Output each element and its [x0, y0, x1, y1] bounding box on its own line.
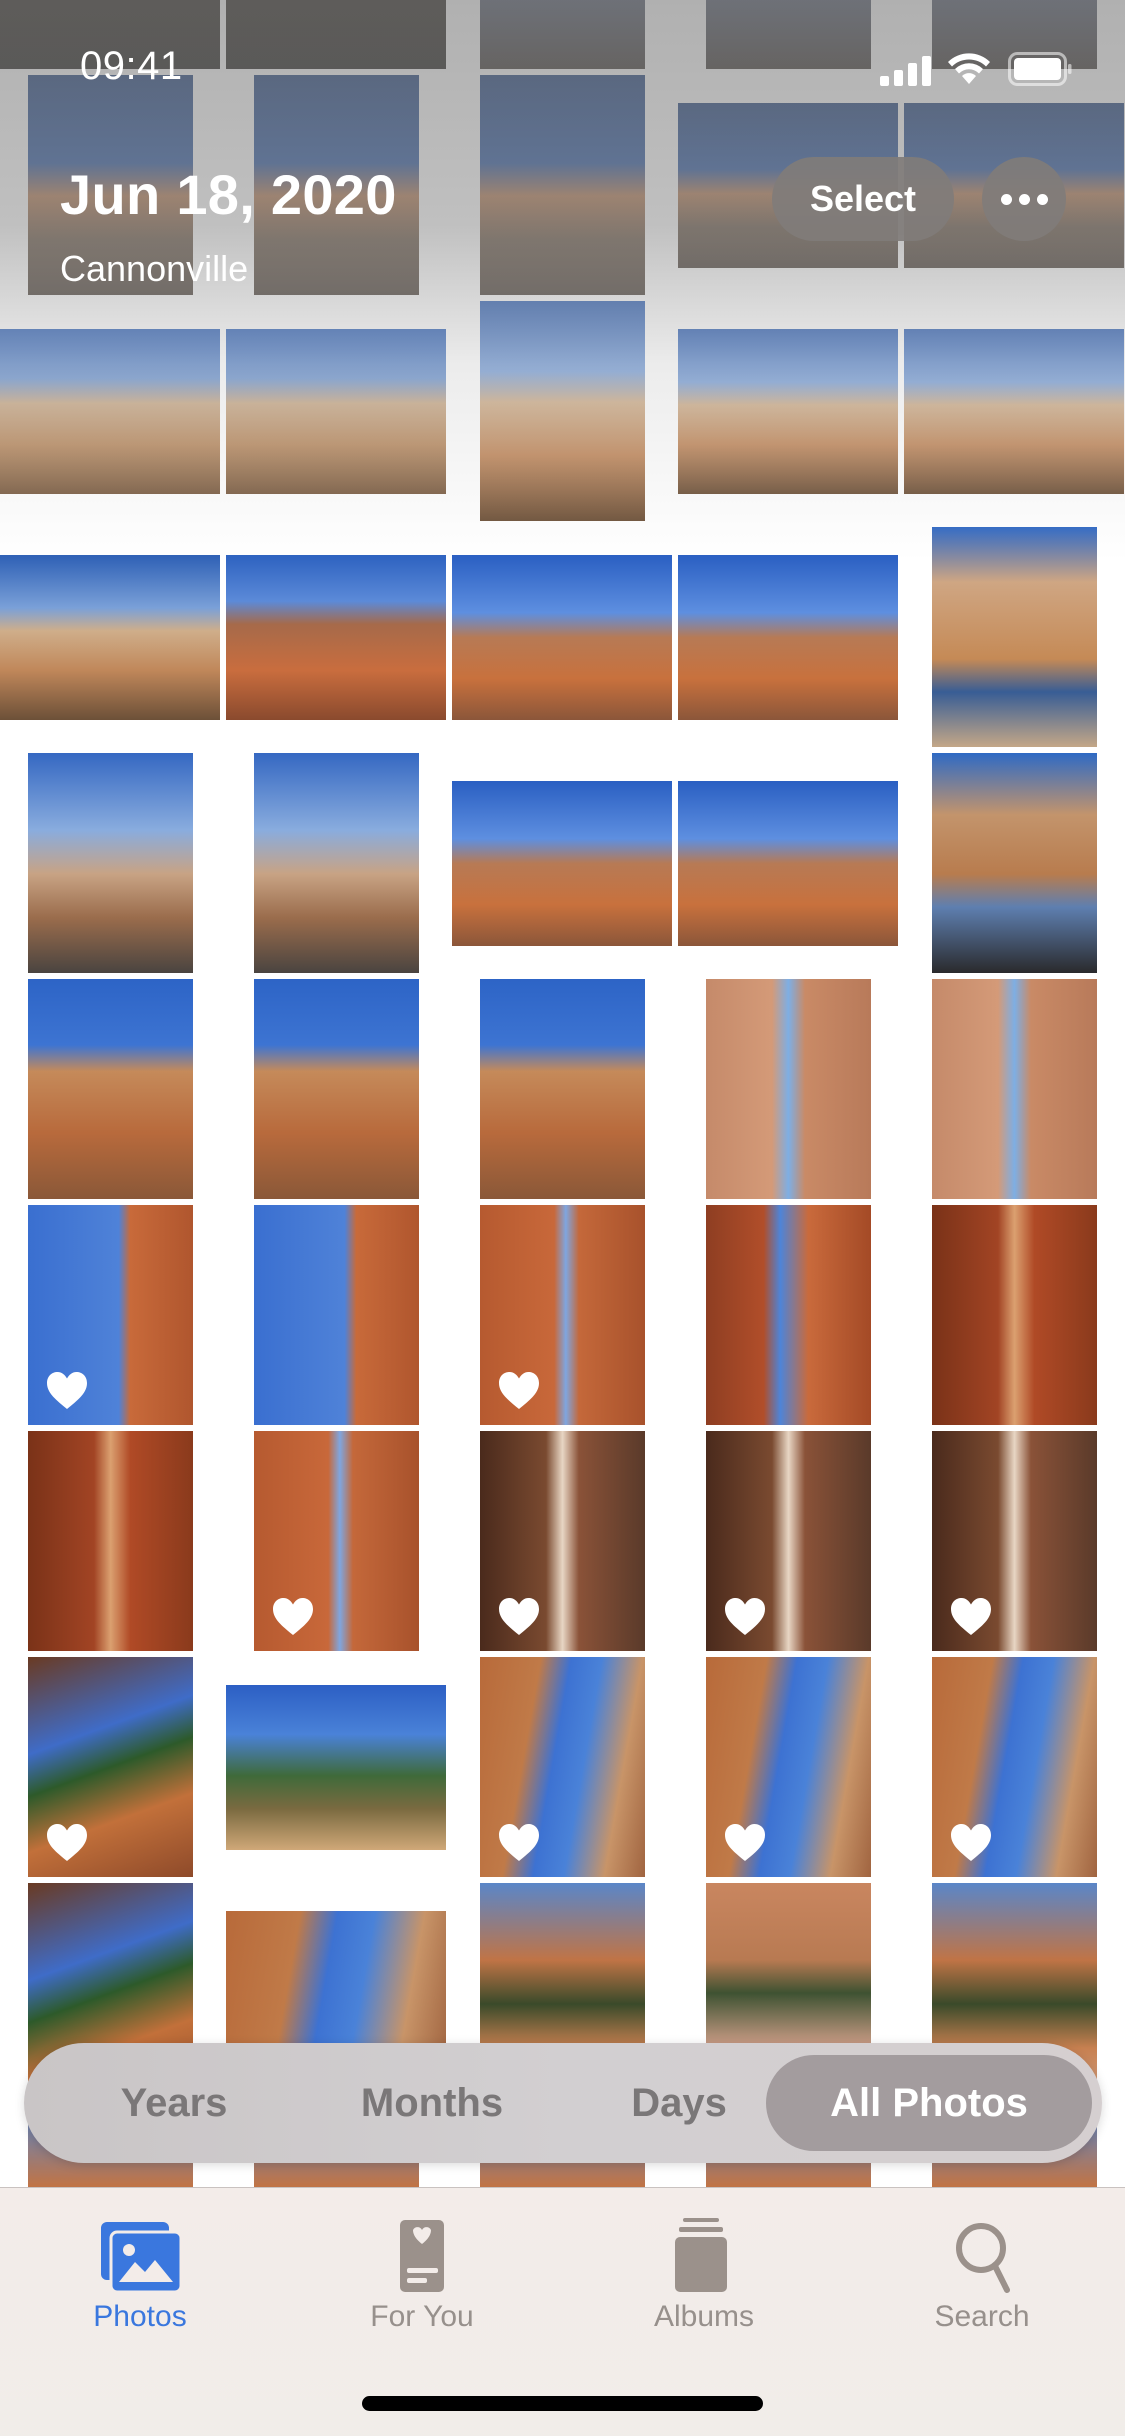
albums-icon: [675, 2218, 727, 2292]
ellipsis-icon: [1018, 193, 1030, 205]
photo-thumbnail[interactable]: [253, 1431, 419, 1651]
photo-thumbnail[interactable]: [27, 1657, 193, 1877]
favorite-heart-icon: [498, 1372, 539, 1409]
tab-for-you-label: For You: [370, 2300, 474, 2333]
segment-years[interactable]: Years: [64, 2043, 284, 2163]
photo-thumbnail[interactable]: [904, 328, 1124, 494]
photo-thumbnail[interactable]: [479, 1205, 645, 1425]
photo-thumbnail[interactable]: [479, 1431, 645, 1651]
photo-thumbnail[interactable]: [27, 753, 193, 973]
photo-thumbnail[interactable]: [931, 1657, 1097, 1877]
photo-thumbnail[interactable]: [253, 753, 419, 973]
favorite-heart-icon: [272, 1598, 313, 1635]
photo-thumbnail[interactable]: [678, 328, 898, 494]
tab-photos[interactable]: Photos: [50, 2206, 230, 2336]
photo-thumbnail[interactable]: [678, 554, 898, 720]
segment-months[interactable]: Months: [292, 2043, 572, 2163]
photo-thumbnail[interactable]: [705, 1431, 871, 1651]
ellipsis-icon: [1036, 193, 1048, 205]
tab-albums-label: Albums: [653, 2300, 755, 2333]
tab-search-label: Search: [934, 2300, 1030, 2333]
photo-thumbnail[interactable]: [27, 1205, 193, 1425]
photo-thumbnail[interactable]: [0, 554, 220, 720]
tab-photos-label: Photos: [93, 2300, 187, 2333]
photos-icon: [101, 2222, 183, 2294]
photo-thumbnail[interactable]: [226, 554, 446, 720]
photo-thumbnail[interactable]: [931, 753, 1097, 973]
battery-icon: [1008, 52, 1072, 86]
photo-thumbnail[interactable]: [479, 979, 645, 1199]
date-title: Jun 18, 2020: [60, 163, 397, 226]
photo-thumbnail[interactable]: [253, 979, 419, 1199]
ellipsis-icon: [1000, 193, 1012, 205]
photo-thumbnail[interactable]: [226, 328, 446, 494]
favorite-heart-icon: [498, 1824, 539, 1861]
more-options-button[interactable]: [982, 157, 1066, 241]
wifi-icon: [948, 53, 990, 84]
for-you-icon: [400, 2220, 444, 2292]
photo-thumbnail[interactable]: [452, 554, 672, 720]
favorite-heart-icon: [950, 1824, 991, 1861]
location-subtitle: Cannonville: [60, 248, 249, 289]
favorite-heart-icon: [724, 1598, 765, 1635]
tab-for-you[interactable]: For You: [332, 2206, 512, 2336]
photo-thumbnail[interactable]: [705, 1205, 871, 1425]
search-icon: [956, 2223, 1010, 2293]
favorite-heart-icon: [46, 1824, 87, 1861]
photo-thumbnail[interactable]: [931, 527, 1097, 747]
photo-thumbnail[interactable]: [931, 1205, 1097, 1425]
photo-thumbnail[interactable]: [705, 1657, 871, 1877]
favorite-heart-icon: [950, 1598, 991, 1635]
photo-thumbnail[interactable]: [226, 1684, 446, 1850]
photo-thumbnail[interactable]: [253, 1205, 419, 1425]
status-bar: 09:41: [0, 0, 1125, 120]
photo-thumbnail[interactable]: [0, 328, 220, 494]
photo-thumbnail[interactable]: [678, 780, 898, 946]
photo-thumbnail[interactable]: [931, 979, 1097, 1199]
cellular-signal-icon: [880, 56, 931, 86]
favorite-heart-icon: [46, 1372, 87, 1409]
tab-search[interactable]: Search: [892, 2206, 1072, 2336]
photo-thumbnail[interactable]: [27, 979, 193, 1199]
photo-thumbnail[interactable]: [452, 780, 672, 946]
favorite-heart-icon: [498, 1598, 539, 1635]
photo-thumbnail[interactable]: [931, 1431, 1097, 1651]
favorite-heart-icon: [724, 1824, 765, 1861]
home-indicator: [362, 2396, 763, 2411]
photo-thumbnail[interactable]: [27, 1431, 193, 1651]
segment-all-photos[interactable]: All Photos: [766, 2055, 1092, 2151]
select-button[interactable]: Select: [772, 157, 954, 241]
segment-days[interactable]: Days: [569, 2043, 789, 2163]
photo-thumbnail[interactable]: [705, 979, 871, 1199]
tab-albums[interactable]: Albums: [614, 2206, 794, 2336]
status-time: 09:41: [80, 44, 183, 88]
photo-thumbnail[interactable]: [479, 1657, 645, 1877]
photo-thumbnail[interactable]: [479, 301, 645, 521]
view-switcher: Years Months Days All Photos: [24, 2043, 1102, 2163]
